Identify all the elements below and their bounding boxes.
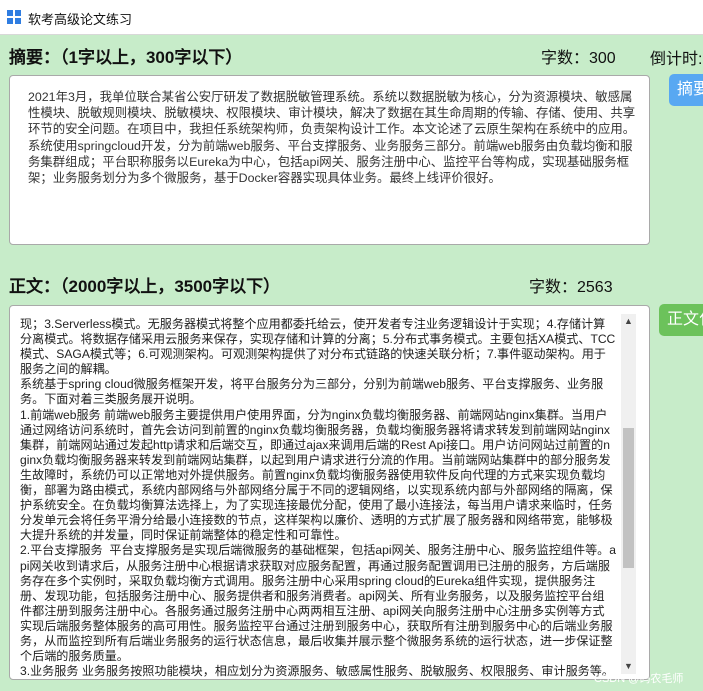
- watermark: CSDN @码农毛师: [594, 673, 684, 685]
- abstract-text: 2021年3月，我单位联合某省公安厅研发了数据脱敏管理系统。系统以数据脱敏为核心…: [28, 90, 636, 186]
- abstract-heading: 摘要：（1字以上，300字以下）: [9, 48, 243, 67]
- body-word-count: 字数：2563: [529, 279, 613, 296]
- body-button[interactable]: 正文化: [659, 304, 703, 336]
- body-textarea[interactable]: 现；3.Serverless模式。无服务器模式将整个应用都委托给云，使开发者专注…: [9, 305, 650, 680]
- scrollbar-thumb[interactable]: [623, 428, 634, 568]
- abstract-textarea[interactable]: 2021年3月，我单位联合某省公安厅研发了数据脱敏管理系统。系统以数据脱敏为核心…: [9, 75, 650, 245]
- scroll-up-arrow-icon[interactable]: ▲: [621, 314, 636, 329]
- abstract-word-count: 字数：300: [541, 50, 616, 67]
- app-icon: [7, 10, 21, 24]
- body-text: 现；3.Serverless模式。无服务器模式将整个应用都委托给云，使开发者专注…: [20, 317, 616, 679]
- body-scrollbar[interactable]: ▲ ▼: [621, 314, 636, 674]
- countdown-label: 倒计时:: [650, 51, 703, 68]
- window-title: 软考高级论文练习: [28, 12, 133, 27]
- body-heading: 正文：（2000字以上，3500字以下）: [9, 277, 281, 296]
- window-titlebar: 软考高级论文练习: [0, 0, 703, 35]
- abstract-button[interactable]: 摘要: [669, 74, 703, 106]
